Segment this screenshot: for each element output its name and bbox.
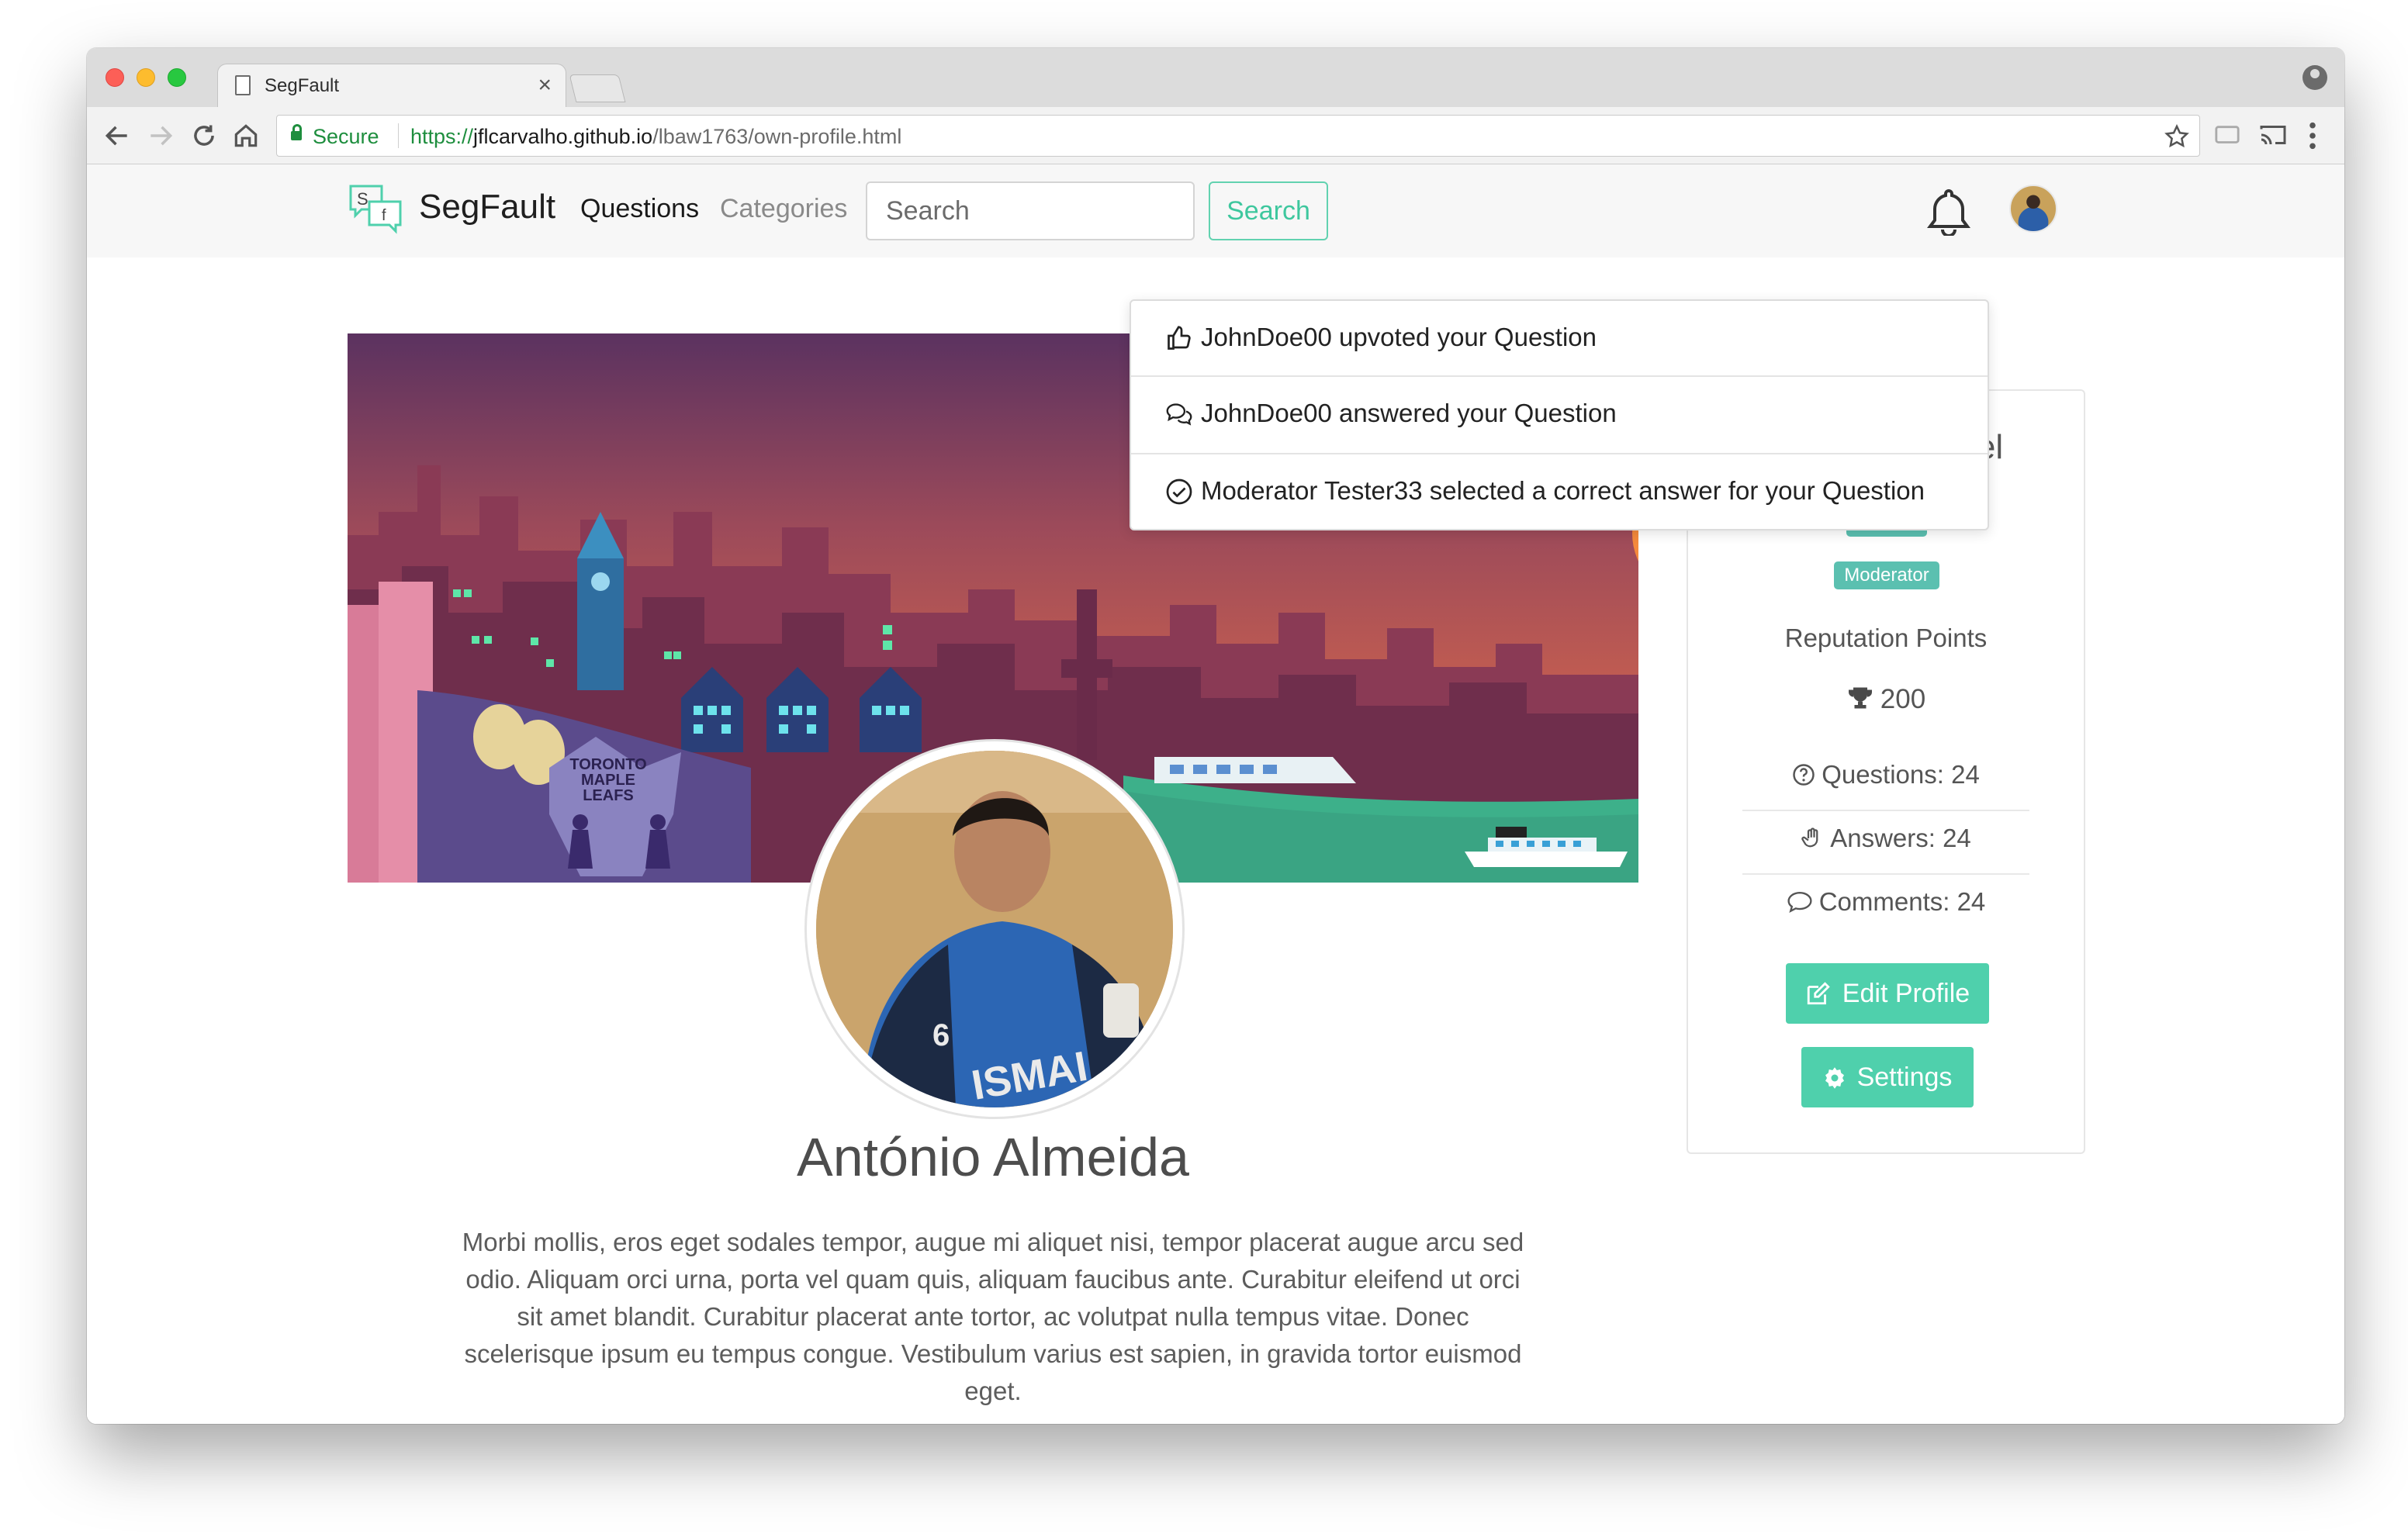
search-input[interactable] <box>866 181 1195 240</box>
bookmark-star-icon[interactable] <box>2164 123 2190 150</box>
stat-comments: Comments: 24 <box>1742 887 2029 917</box>
minimize-window-button[interactable] <box>137 68 155 87</box>
notification-item[interactable]: JohnDoe00 answered your Question <box>1131 377 1988 453</box>
profile-bio: Morbi mollis, eros eget sodales tempor, … <box>462 1228 1524 1405</box>
address-separator <box>398 123 399 148</box>
nav-link-categories[interactable]: Categories <box>720 194 847 224</box>
edit-icon <box>1807 981 1830 1004</box>
stat-answers: Answers: 24 <box>1742 824 2029 853</box>
notifications-dropdown: JohnDoe00 upvoted your Question JohnDoe0… <box>1130 299 1989 530</box>
browser-profile-icon[interactable] <box>2302 65 2327 90</box>
secure-label: Secure <box>313 125 379 148</box>
site-navbar: S f SegFault Questions Categories Search <box>87 164 2344 257</box>
browser-toolbar: Secure https://jflcarvalho.github.io/lba… <box>87 107 2344 164</box>
svg-text:f: f <box>382 207 386 224</box>
search-button[interactable]: Search <box>1209 181 1328 240</box>
reload-icon[interactable] <box>189 121 219 150</box>
trophy-icon <box>1848 687 1872 709</box>
lock-icon <box>291 124 302 140</box>
reputation-points: 200 <box>1688 684 2084 715</box>
chat-bubbles-icon <box>1166 403 1192 426</box>
page-content: S f SegFault Questions Categories Search <box>87 164 2344 1424</box>
browser-window: SegFault × Secure https://jflcarvalho.gi… <box>87 48 2344 1424</box>
badge-moderator: Moderator <box>1834 561 1939 589</box>
address-bar[interactable]: Secure https://jflcarvalho.github.io/lba… <box>276 115 2200 157</box>
cover-sign-line3: LEAFS <box>583 787 634 804</box>
stat-questions-text: Questions: 24 <box>1822 760 1980 789</box>
back-arrow-icon[interactable] <box>102 121 132 150</box>
comment-icon <box>1787 892 1812 914</box>
notification-bell-icon[interactable] <box>1927 186 1970 236</box>
notification-text: JohnDoe00 answered your Question <box>1201 399 1617 427</box>
document-icon <box>235 75 251 95</box>
browser-tab[interactable]: SegFault × <box>217 64 566 107</box>
cast-icon[interactable] <box>2259 123 2287 147</box>
url-path: /lbaw1763/own-profile.html <box>652 125 902 148</box>
close-tab-icon[interactable]: × <box>538 72 552 98</box>
notification-item[interactable]: JohnDoe00 upvoted your Question <box>1131 301 1988 377</box>
home-icon[interactable] <box>231 121 261 150</box>
reputation-value: 200 <box>1880 684 1926 714</box>
check-circle-icon <box>1166 479 1192 505</box>
url-scheme: https:// <box>410 125 474 148</box>
reputation-label: Reputation Points <box>1784 624 1988 652</box>
edit-profile-button[interactable]: Edit Profile <box>1786 963 1989 1024</box>
profile-name: António Almeida <box>797 1127 1189 1187</box>
stat-answers-text: Answers: 24 <box>1830 824 1971 852</box>
notification-text: JohnDoe00 upvoted your Question <box>1201 323 1597 351</box>
url-text[interactable]: https://jflcarvalho.github.io/lbaw1763/o… <box>410 125 901 149</box>
stat-separator <box>1742 810 2029 811</box>
stat-separator <box>1742 873 2029 875</box>
extension-icon[interactable] <box>2214 124 2240 147</box>
notification-text: Moderator Tester33 selected a correct an… <box>1201 476 1925 505</box>
url-host: jflcarvalho.github.io <box>473 125 653 148</box>
svg-text:S: S <box>357 189 368 209</box>
tab-strip: SegFault × <box>87 48 2344 107</box>
forward-arrow-icon[interactable] <box>146 121 175 150</box>
new-tab-button[interactable] <box>569 74 626 102</box>
jersey-number: 6 <box>932 1018 950 1052</box>
close-window-button[interactable] <box>106 68 124 87</box>
question-circle-icon <box>1793 764 1815 786</box>
maximize-window-button[interactable] <box>168 68 186 87</box>
stat-comments-text: Comments: 24 <box>1818 887 1986 916</box>
hand-icon <box>1801 827 1818 848</box>
browser-menu-icon[interactable] <box>2307 121 2318 150</box>
cover-sign-line2: MAPLE <box>581 772 635 789</box>
segfault-logo-icon[interactable]: S f <box>348 183 403 234</box>
profile-photo: 6 ISMAI <box>807 741 1182 1117</box>
tab-title: SegFault <box>265 75 340 96</box>
settings-label: Settings <box>1856 1062 1953 1092</box>
cover-sign-line1: TORONTO <box>569 756 646 773</box>
gear-icon <box>1825 1066 1844 1089</box>
nav-link-questions[interactable]: Questions <box>580 194 699 224</box>
stat-questions: Questions: 24 <box>1742 760 2029 789</box>
edit-profile-label: Edit Profile <box>1842 978 1970 1008</box>
brand-name[interactable]: SegFault <box>419 188 555 226</box>
thumbs-up-icon <box>1168 326 1191 350</box>
settings-button[interactable]: Settings <box>1801 1047 1974 1107</box>
user-avatar[interactable] <box>2009 185 2057 233</box>
notification-item[interactable]: Moderator Tester33 selected a correct an… <box>1131 454 1988 530</box>
